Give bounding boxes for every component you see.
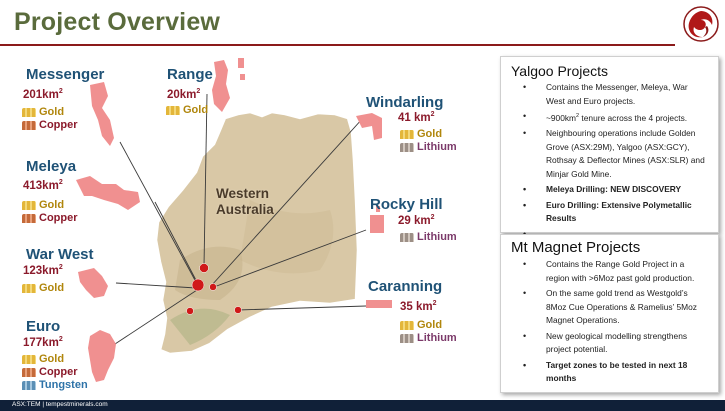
- copper-icon: [22, 120, 36, 130]
- gold-icon: [22, 200, 36, 210]
- region-windarling-area: 41 km2: [398, 111, 435, 124]
- region-meleya-name: Meleya: [26, 158, 77, 175]
- state-label: Western Australia: [216, 186, 274, 217]
- commodity-gold: Gold: [22, 353, 64, 365]
- gold-icon: [22, 354, 36, 364]
- region-messenger-area: 201km2: [23, 88, 63, 101]
- list-item: ~900km2 tenure across the 4 projects.: [521, 110, 708, 125]
- region-messenger-name: Messenger: [26, 66, 105, 83]
- tenement-euro: [88, 330, 116, 382]
- marker-caranning: [234, 306, 242, 314]
- tenement-range-small: [238, 58, 244, 68]
- yalgoo-heading: Yalgoo Projects: [511, 63, 609, 79]
- region-euro-name: Euro: [26, 318, 61, 335]
- list-item: New geological modelling strengthens pro…: [521, 330, 708, 357]
- list-item: Meleya Drilling: NEW DISCOVERY: [521, 183, 708, 197]
- lithium-icon: [400, 142, 414, 152]
- copper-icon: [22, 367, 36, 377]
- region-meleya-area: 413km2: [23, 179, 63, 192]
- tenement-range: [212, 60, 230, 112]
- footer-text: ASX:TEM | tempestminerals.com: [12, 401, 108, 408]
- gold-icon: [166, 105, 180, 115]
- list-item: Neighbouring operations include Golden G…: [521, 127, 708, 181]
- commodity-lithium: Lithium: [400, 332, 457, 344]
- marker-meleya: [191, 278, 205, 292]
- region-caranning-area: 35 km2: [400, 300, 437, 313]
- region-euro-area: 177km2: [23, 336, 63, 349]
- gold-icon: [400, 320, 414, 330]
- gold-icon: [22, 283, 36, 293]
- marker-euro: [186, 307, 194, 315]
- gold-icon: [22, 107, 36, 117]
- company-logo-icon: [683, 6, 719, 42]
- footer-bar: ASX:TEM | tempestminerals.com: [0, 400, 725, 411]
- tenement-meleya: [76, 176, 140, 210]
- marker-range: [199, 263, 209, 273]
- region-war-west-area: 123km2: [23, 264, 63, 277]
- list-item: Contains the Messenger, Meleya, War West…: [521, 81, 708, 108]
- region-rocky-hill-area: 29 km2: [398, 214, 435, 227]
- commodity-gold: Gold: [400, 128, 442, 140]
- region-rocky-hill-name: Rocky Hill: [370, 196, 443, 213]
- tenement-windarling: [356, 113, 382, 140]
- list-item: Contains the Range Gold Project in a reg…: [521, 258, 708, 285]
- tenement-rocky-hill: [370, 215, 384, 233]
- commodity-gold: Gold: [22, 282, 64, 294]
- list-item: Euro Drilling: Extensive Polymetallic Re…: [521, 199, 708, 226]
- commodity-copper: Copper: [22, 366, 78, 378]
- commodity-lithium: Lithium: [400, 231, 457, 243]
- copper-icon: [22, 213, 36, 223]
- list-item: On the same gold trend as Westgold’s 8Mo…: [521, 287, 708, 328]
- region-range-area: 20km2: [167, 88, 201, 101]
- tenement-messenger: [90, 82, 114, 146]
- region-war-west-name: War West: [26, 246, 94, 263]
- mt-magnet-projects-panel: Mt Magnet Projects Contains the Range Go…: [500, 234, 719, 393]
- commodity-tungsten: Tungsten: [22, 379, 88, 391]
- commodity-lithium: Lithium: [400, 141, 457, 153]
- marker-rocky-hill: [209, 283, 217, 291]
- lithium-icon: [400, 232, 414, 242]
- commodity-copper: Copper: [22, 119, 78, 131]
- gold-icon: [400, 129, 414, 139]
- region-windarling-name: Windarling: [366, 94, 444, 111]
- tungsten-icon: [22, 380, 36, 390]
- mt-magnet-heading: Mt Magnet Projects: [511, 239, 641, 256]
- commodity-copper: Copper: [22, 212, 78, 224]
- commodity-gold: Gold: [22, 199, 64, 211]
- region-range-name: Range: [167, 66, 213, 83]
- yalgoo-projects-panel: Yalgoo Projects Contains the Messenger, …: [500, 56, 719, 241]
- commodity-gold: Gold: [22, 106, 64, 118]
- tenement-caranning: [366, 300, 392, 308]
- tenement-war-west: [78, 268, 108, 298]
- commodity-gold: Gold: [166, 104, 208, 116]
- region-caranning-name: Caranning: [368, 278, 443, 295]
- commodity-gold: Gold: [400, 319, 442, 331]
- list-item: Target zones to be tested in next 18 mon…: [521, 359, 708, 386]
- lithium-icon: [400, 333, 414, 343]
